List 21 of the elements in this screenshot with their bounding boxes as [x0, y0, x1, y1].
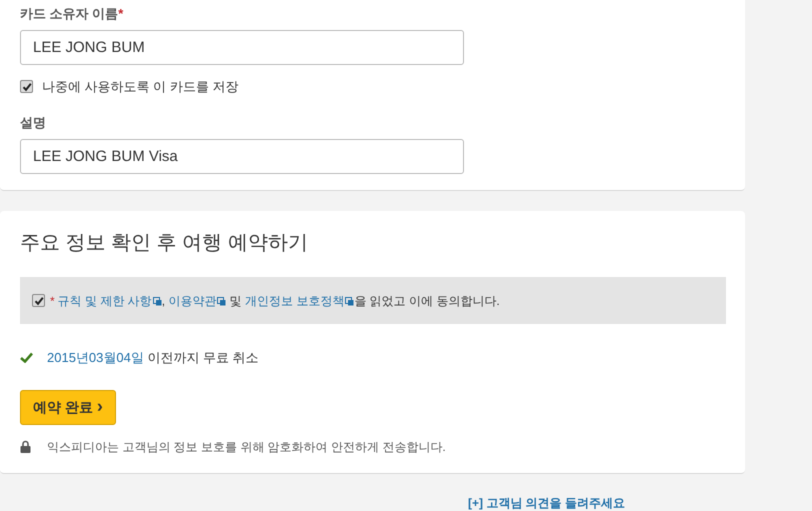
external-link-icon [152, 296, 162, 306]
field-label: 설명 [20, 114, 47, 132]
security-note: 익스피디아는 고객님의 정보 보호를 위해 암호화하여 안전하게 전송합니다. [47, 438, 446, 456]
agreement-text: * 규칙 및 제한 사항 , 이용약관 및 개인정보 보호정책 을 읽었고 이에 동의합니다. [50, 292, 500, 310]
checkbox[interactable] [32, 294, 45, 307]
link[interactable]: 이용약관 [168, 294, 226, 308]
check-icon [20, 352, 33, 364]
feedback-link[interactable]: [+] 고객님 의견을 들려주세요 [468, 496, 626, 510]
checkbox[interactable] [20, 80, 33, 94]
section-title: 주요 정보 확인 후 여행 예약하기 [20, 231, 309, 255]
external-link-icon [345, 296, 354, 306]
input-field[interactable]: LEE JONG BUM Visa [20, 138, 464, 174]
lock-icon [20, 440, 31, 453]
link[interactable]: 규칙 및 제한 사항 [58, 294, 162, 308]
checkbox-label: 나중에 사용하도록 이 카드를 저장 [42, 78, 238, 96]
field-label: 카드 소유자 이름* [20, 5, 124, 23]
link[interactable]: 개인정보 보호정책 [245, 294, 354, 308]
complete-booking-button[interactable]: 예약 완료 › [20, 390, 116, 424]
external-link-icon [217, 296, 226, 306]
cancellation-text: 2015년03월04일 이전까지 무료 취소 [47, 349, 259, 367]
input-field[interactable]: LEE JONG BUM [20, 30, 464, 65]
